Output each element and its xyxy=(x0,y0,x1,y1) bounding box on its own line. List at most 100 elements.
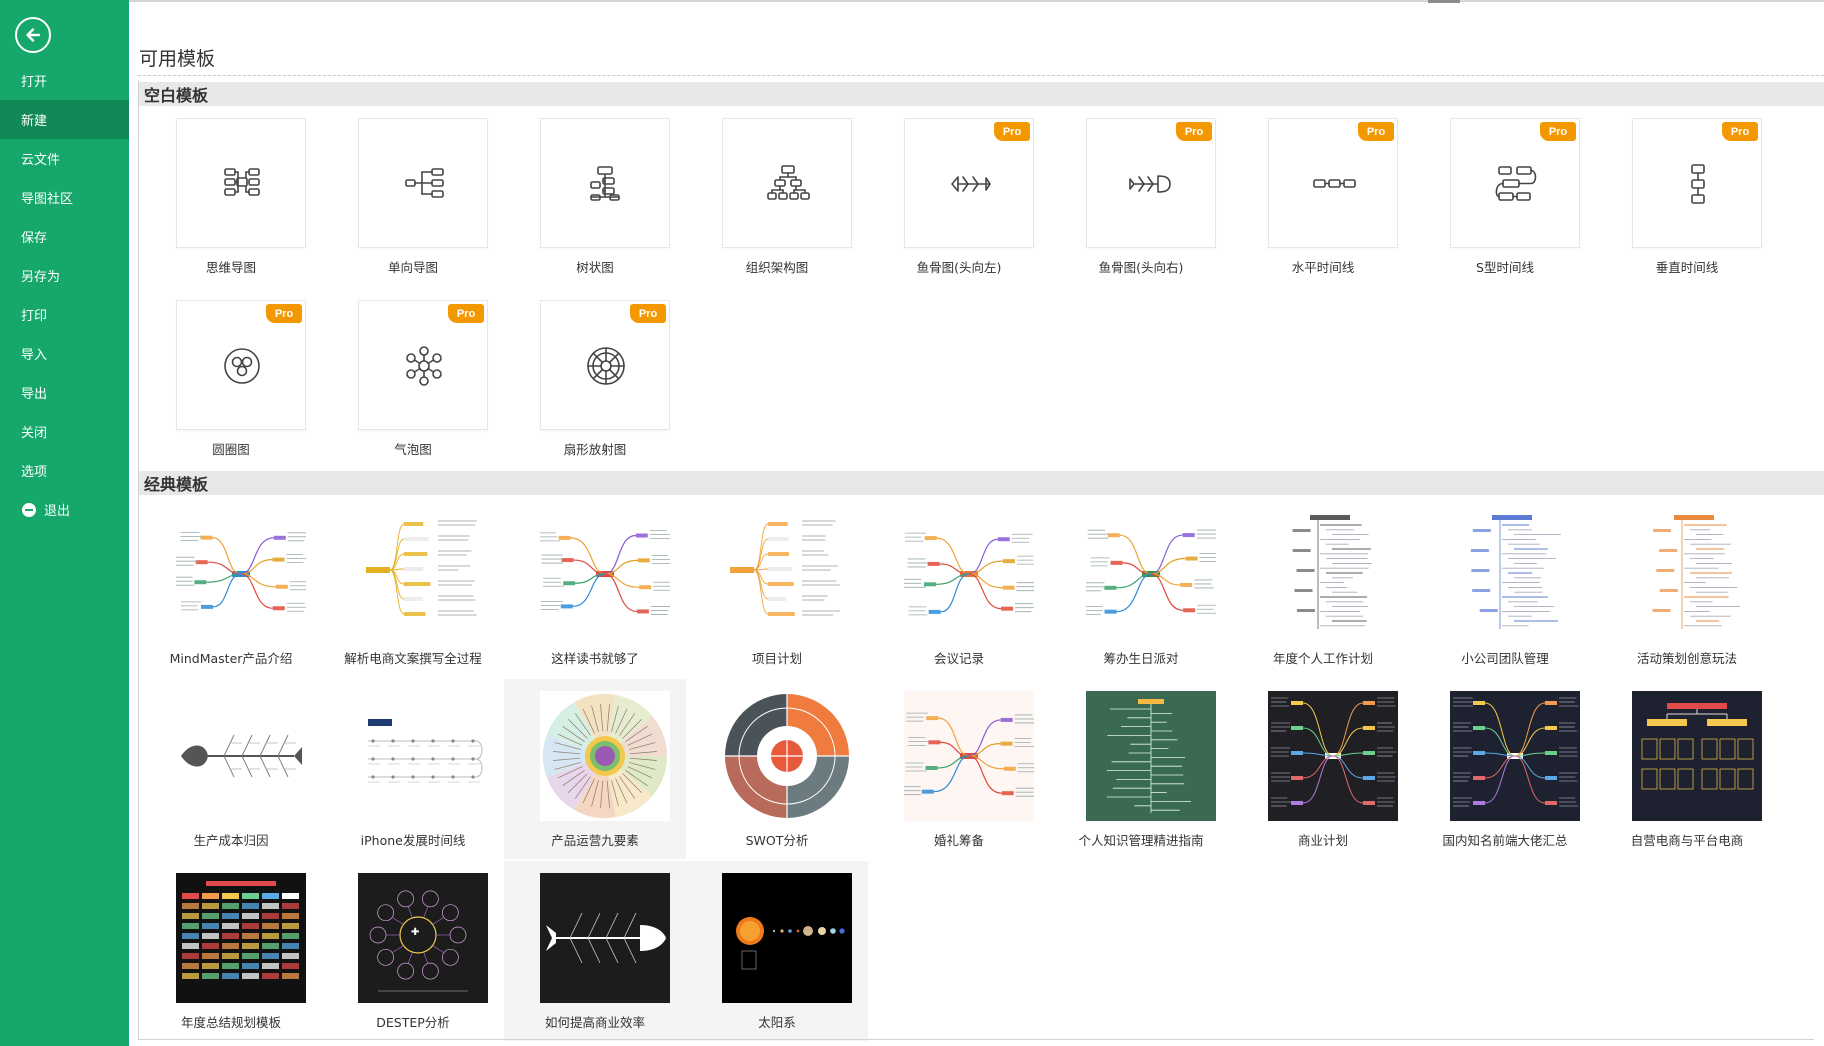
blank-template-tile[interactable]: Pro 垂直时间线 xyxy=(1596,106,1778,286)
template-label: 垂直时间线 xyxy=(1655,260,1719,275)
template-label: 鱼骨图(头向右) xyxy=(1098,260,1184,275)
classic-template-tile[interactable]: 个人知识管理精进指南 xyxy=(1050,679,1232,859)
sidebar-item-2[interactable]: 新建 xyxy=(0,100,129,139)
template-label: 如何提高商业效率 xyxy=(544,1015,645,1030)
template-thumbnail xyxy=(176,118,306,248)
section-header-blank: 空白模板 xyxy=(139,82,1824,106)
template-label: 会议记录 xyxy=(933,651,984,666)
classic-template-tile[interactable]: 婚礼筹备 xyxy=(868,679,1050,859)
template-thumbnail xyxy=(358,118,488,248)
template-label: 婚礼筹备 xyxy=(933,833,984,848)
classic-template-tile[interactable]: 生产成本归因 xyxy=(140,679,322,859)
classic-template-tile[interactable]: 年度个人工作计划 xyxy=(1232,497,1414,677)
sidebar-item-3[interactable]: 云文件 xyxy=(0,139,129,178)
bubble-map-icon xyxy=(392,334,456,398)
sidebar-item-4[interactable]: 导图社区 xyxy=(0,178,129,217)
classic-template-tile[interactable]: 国内知名前端大佬汇总 xyxy=(1414,679,1596,859)
sector-radial-icon xyxy=(574,334,638,398)
template-thumbnail xyxy=(176,691,306,821)
classic-template-tile[interactable]: ✚ DESTEP分析 xyxy=(322,861,504,1041)
content-bottom-border xyxy=(138,1039,1814,1040)
template-label: 项目计划 xyxy=(751,651,802,666)
template-thumbnail: Pro xyxy=(358,300,488,430)
classic-template-tile[interactable]: 太阳系 xyxy=(686,861,868,1041)
classic-template-tile[interactable]: 年度总结规划模板 xyxy=(140,861,322,1041)
sidebar-item-label: 打开 xyxy=(21,75,48,90)
template-label: 圆圈图 xyxy=(212,442,250,457)
sidebar-item-11[interactable]: 选项 xyxy=(0,451,129,490)
app-window: 打开新建 云文件导图社区保存另存为打印导入 导出关闭选项退出 可用模板 空白模板 思… xyxy=(0,0,1824,1046)
template-thumbnail xyxy=(1268,691,1398,821)
classic-template-tile[interactable]: 会议记录 xyxy=(868,497,1050,677)
pro-badge: Pro xyxy=(630,304,666,323)
sidebar-item-label: 关闭 xyxy=(21,426,48,441)
classic-template-tile[interactable]: MindMaster产品介绍 xyxy=(140,497,322,677)
blank-template-tile[interactable]: Pro S型时间线 xyxy=(1414,106,1596,286)
sidebar-item-10[interactable]: 关闭 xyxy=(0,412,129,451)
blank-template-tile[interactable]: Pro 水平时间线 xyxy=(1232,106,1414,286)
sidebar: 打开新建 云文件导图社区保存另存为打印导入 导出关闭选项退出 xyxy=(0,0,129,1046)
sidebar-item-label: 打印 xyxy=(21,309,48,324)
template-thumbnail: Pro xyxy=(1086,118,1216,248)
right-map-icon xyxy=(392,152,456,216)
sidebar-item-12[interactable]: 退出 xyxy=(0,490,129,529)
template-label: 组织架构图 xyxy=(745,260,809,275)
sidebar-item-8[interactable]: 导入 xyxy=(0,334,129,373)
template-thumbnail xyxy=(904,691,1034,821)
mind-map-icon xyxy=(210,152,274,216)
classic-template-tile[interactable]: 如何提高商业效率 xyxy=(504,861,686,1041)
template-thumbnail: Pro xyxy=(904,118,1034,248)
template-label: 思维导图 xyxy=(205,260,256,275)
sidebar-item-label: 保存 xyxy=(21,231,48,246)
template-thumbnail xyxy=(358,691,488,821)
sidebar-item-9[interactable]: 导出 xyxy=(0,373,129,412)
classic-template-tile[interactable]: 这样读书就够了 xyxy=(504,497,686,677)
page-title: 可用模板 xyxy=(139,48,216,70)
template-thumbnail xyxy=(540,118,670,248)
sidebar-item-6[interactable]: 另存为 xyxy=(0,256,129,295)
classic-template-tile[interactable]: 解析电商文案撰写全过程 xyxy=(322,497,504,677)
template-label: 扇形放射图 xyxy=(563,442,627,457)
classic-template-tile[interactable]: 小公司团队管理 xyxy=(1414,497,1596,677)
template-label: 水平时间线 xyxy=(1291,260,1355,275)
template-label: 太阳系 xyxy=(758,1015,796,1030)
vertical-timeline-icon xyxy=(1666,152,1730,216)
classic-template-tile[interactable]: 商业计划 xyxy=(1232,679,1414,859)
classic-template-tile[interactable]: 自营电商与平台电商 xyxy=(1596,679,1778,859)
template-label: iPhone发展时间线 xyxy=(360,833,466,848)
blank-template-tile[interactable]: Pro 气泡图 xyxy=(322,288,504,468)
classic-template-tile[interactable]: 筹办生日派对 xyxy=(1050,497,1232,677)
sidebar-item-5[interactable]: 保存 xyxy=(0,217,129,256)
sidebar-item-label: 退出 xyxy=(44,504,71,519)
blank-template-tile[interactable]: 组织架构图 xyxy=(686,106,868,286)
blank-template-tile[interactable]: Pro 鱼骨图(头向左) xyxy=(868,106,1050,286)
blank-template-tile[interactable]: 单向导图 xyxy=(322,106,504,286)
classic-template-tile[interactable]: 项目计划 xyxy=(686,497,868,677)
pro-badge: Pro xyxy=(1540,122,1576,141)
template-label: 气泡图 xyxy=(394,442,432,457)
back-button[interactable] xyxy=(15,17,51,53)
classic-template-tile[interactable]: 产品运营九要素 xyxy=(504,679,686,859)
template-thumbnail: Pro xyxy=(176,300,306,430)
pro-badge: Pro xyxy=(1176,122,1212,141)
template-thumbnail xyxy=(540,691,670,821)
sidebar-item-label: 导图社区 xyxy=(21,192,74,207)
main-content: 可用模板 空白模板 思维导图 单向导图 树状图 组织架构图 Pro 鱼骨图(头向左) Pro… xyxy=(129,0,1824,1046)
template-thumbnail xyxy=(1632,691,1762,821)
sidebar-item-1[interactable]: 打开 xyxy=(0,61,129,100)
template-thumbnail xyxy=(1268,509,1398,639)
blank-template-tile[interactable]: 树状图 xyxy=(504,106,686,286)
classic-template-tile[interactable]: iPhone发展时间线 xyxy=(322,679,504,859)
blank-template-tile[interactable]: Pro 扇形放射图 xyxy=(504,288,686,468)
template-thumbnail xyxy=(540,873,670,1003)
sidebar-item-7[interactable]: 打印 xyxy=(0,295,129,334)
classic-template-tile[interactable]: SWOT分析 xyxy=(686,679,868,859)
blank-template-tile[interactable]: Pro 鱼骨图(头向右) xyxy=(1050,106,1232,286)
blank-template-tile[interactable]: Pro 圆圈图 xyxy=(140,288,322,468)
template-thumbnail xyxy=(722,691,852,821)
blank-template-tile[interactable]: 思维导图 xyxy=(140,106,322,286)
blank-template-grid: 思维导图 单向导图 树状图 组织架构图 Pro 鱼骨图(头向左) Pro 鱼骨图(头向右) Pr… xyxy=(139,106,1824,466)
classic-template-tile[interactable]: 活动策划创意玩法 xyxy=(1596,497,1778,677)
template-label: S型时间线 xyxy=(1476,260,1534,275)
template-label: 鱼骨图(头向左) xyxy=(916,260,1002,275)
